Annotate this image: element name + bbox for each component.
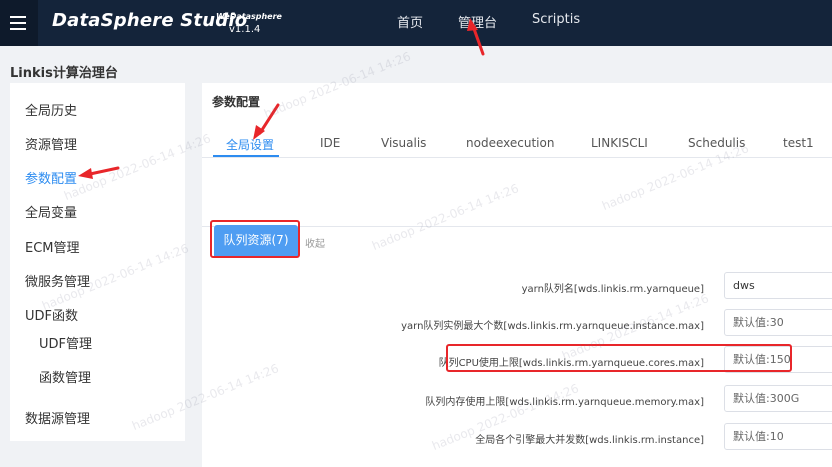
annotation-arrow-icon	[467, 18, 485, 56]
yarn-queue-input[interactable]: dws	[724, 272, 832, 299]
annotation-arrow-icon	[253, 103, 280, 140]
tab-nodeexecution[interactable]: nodeexecution	[466, 136, 554, 150]
field-label-memory-max: 队列内存使用上限[wds.linkis.rm.yarnqueue.memory.…	[425, 397, 704, 408]
sidebar-item-global-history[interactable]: 全局历史	[25, 100, 77, 119]
tab-linkiscli[interactable]: LINKISCLI	[591, 136, 648, 150]
engine-max-input[interactable]: 默认值:10	[724, 423, 832, 450]
app-title: Linkis计算治理台	[10, 66, 118, 81]
tab-ide[interactable]: IDE	[320, 136, 340, 150]
instance-max-input[interactable]: 默认值:30	[724, 309, 832, 336]
tab-divider	[202, 157, 832, 158]
sidebar-item-udf-management[interactable]: UDF管理	[39, 333, 92, 352]
sidebar-item-parameter-config[interactable]: 参数配置	[25, 168, 77, 187]
sidebar-item-function-management[interactable]: 函数管理	[39, 367, 91, 386]
sidebar-item-microservice-management[interactable]: 微服务管理	[25, 271, 90, 290]
tab-visualis[interactable]: Visualis	[381, 136, 426, 150]
version-label: v1.1.4	[229, 24, 261, 35]
active-tab-indicator	[213, 155, 279, 157]
brand-subtitle: WeDatasphere	[216, 12, 282, 21]
memory-max-input[interactable]: 默认值:300G	[724, 385, 832, 412]
tab-test1[interactable]: test1	[783, 136, 814, 150]
menu-icon[interactable]	[0, 0, 38, 46]
sidebar-item-ecm-management[interactable]: ECM管理	[25, 237, 80, 256]
collapse-link[interactable]: 收起	[305, 235, 325, 250]
sidebar-item-resource-management[interactable]: 资源管理	[25, 134, 77, 153]
tab-schedulis[interactable]: Schedulis	[688, 136, 745, 150]
sidebar-item-udf-functions[interactable]: UDF函数	[25, 305, 78, 324]
field-label-engine-max: 全局各个引擎最大并发数[wds.linkis.rm.instance]	[475, 435, 704, 446]
highlight-box-queue-button	[210, 220, 300, 258]
sidebar-item-datasource-management[interactable]: 数据源管理	[25, 408, 90, 427]
highlight-box-cores-field	[446, 344, 792, 372]
nav-scriptis[interactable]: Scriptis	[532, 12, 580, 27]
field-label-instance-max: yarn队列实例最大个数[wds.linkis.rm.yarnqueue.ins…	[401, 321, 704, 332]
field-label-yarn-queue: yarn队列名[wds.linkis.rm.yarnqueue]	[521, 284, 704, 295]
nav-home[interactable]: 首页	[397, 12, 423, 31]
annotation-arrow-icon	[78, 166, 120, 179]
sidebar-item-global-variables[interactable]: 全局变量	[25, 202, 77, 221]
